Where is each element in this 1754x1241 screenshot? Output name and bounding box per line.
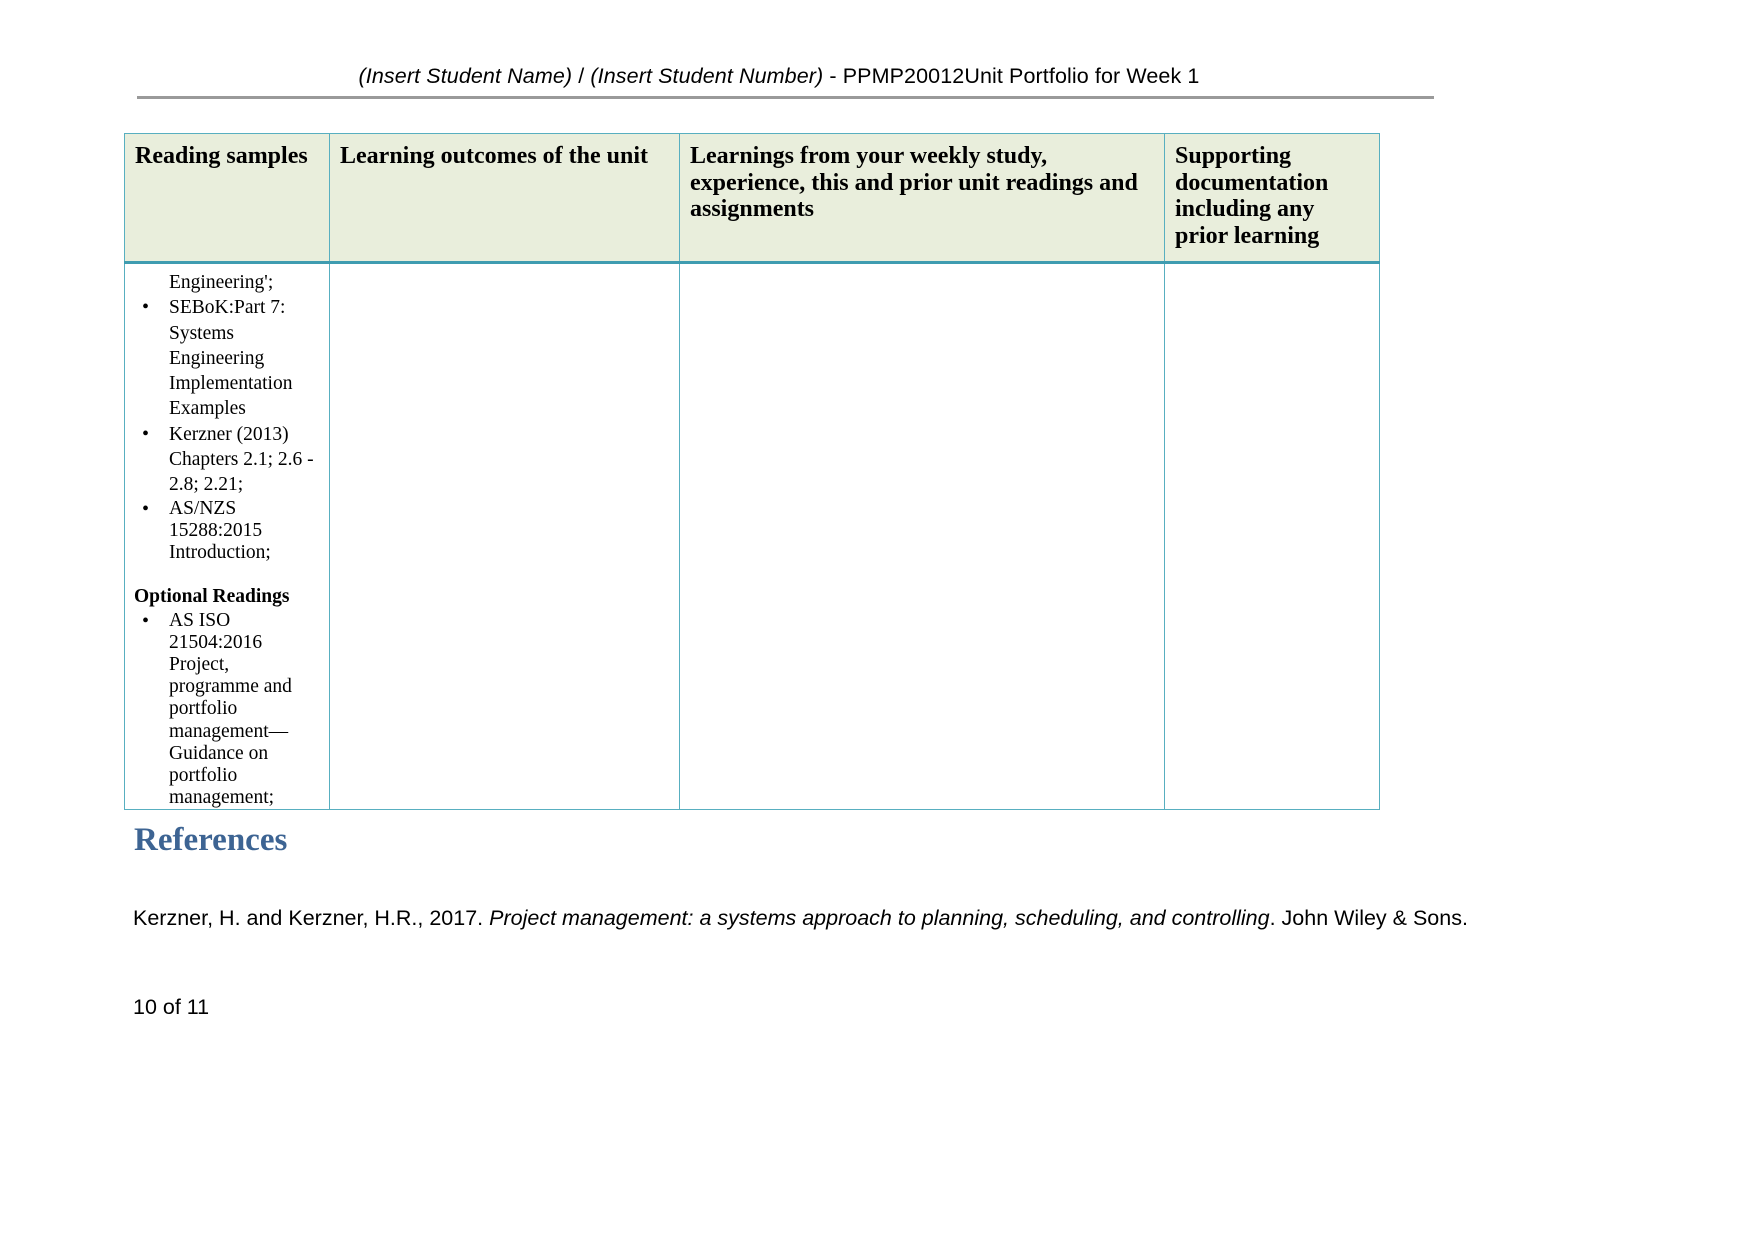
header-unit-title: - PPMP20012Unit Portfolio for Week 1 bbox=[823, 64, 1200, 88]
optional-readings-heading: Optional Readings bbox=[134, 586, 290, 608]
column-header-learnings-from-study: Learnings from your weekly study, experi… bbox=[679, 133, 1165, 264]
table-header-row: Reading samples Learning outcomes of the… bbox=[124, 133, 1380, 264]
column-header-reading-samples: Reading samples bbox=[124, 133, 330, 264]
learnings-from-study-content bbox=[680, 264, 1164, 270]
cell-reading-samples[interactable]: Engineering'; SEBoK:Part 7: Systems Engi… bbox=[124, 261, 330, 811]
document-page: (Insert Student Name) / (Insert Student … bbox=[0, 0, 1754, 1241]
page-number-footer: 10 of 11 bbox=[133, 995, 210, 1019]
list-item: Kerzner (2013) Chapters 2.1; 2.6 - 2.8; … bbox=[133, 422, 321, 498]
list-item: AS/NZS 15288:2015 Introduction; bbox=[133, 498, 321, 565]
table-row: Engineering'; SEBoK:Part 7: Systems Engi… bbox=[124, 261, 1380, 811]
column-header-learning-outcomes: Learning outcomes of the unit bbox=[329, 133, 680, 264]
required-readings-list: SEBoK:Part 7: Systems Engineering Implem… bbox=[133, 295, 321, 564]
cell-learning-outcomes[interactable] bbox=[329, 261, 680, 811]
reference-publisher: . John Wiley & Sons. bbox=[1269, 906, 1468, 930]
list-item: AS ISO 21504:2016 Project, programme and… bbox=[133, 610, 321, 810]
student-number-placeholder: (Insert Student Number) bbox=[590, 64, 824, 88]
header-divider-rule bbox=[137, 96, 1434, 99]
continued-text-line: Engineering'; bbox=[169, 272, 274, 293]
list-item: SEBoK:Part 7: Systems Engineering Implem… bbox=[133, 295, 321, 421]
cell-supporting-documentation[interactable] bbox=[1164, 261, 1380, 811]
supporting-documentation-content bbox=[1165, 264, 1379, 270]
cell-learnings-from-study[interactable] bbox=[679, 261, 1165, 811]
learning-outcomes-content bbox=[330, 264, 679, 270]
reference-entry: Kerzner, H. and Kerzner, H.R., 2017. Pro… bbox=[133, 903, 1468, 933]
optional-readings-list: AS ISO 21504:2016 Project, programme and… bbox=[133, 610, 321, 810]
reading-samples-content: Engineering'; SEBoK:Part 7: Systems Engi… bbox=[125, 264, 329, 809]
document-running-header: (Insert Student Name) / (Insert Student … bbox=[124, 62, 1434, 90]
reference-authors-year: Kerzner, H. and Kerzner, H.R., 2017. bbox=[133, 906, 490, 930]
student-name-placeholder: (Insert Student Name) bbox=[358, 64, 573, 88]
portfolio-table: Reading samples Learning outcomes of the… bbox=[124, 133, 1380, 811]
references-heading: References bbox=[134, 822, 288, 858]
reference-title: Project management: a systems approach t… bbox=[489, 906, 1270, 930]
column-header-supporting-documentation: Supporting documentation including any p… bbox=[1164, 133, 1380, 264]
header-separator: / bbox=[572, 64, 591, 88]
